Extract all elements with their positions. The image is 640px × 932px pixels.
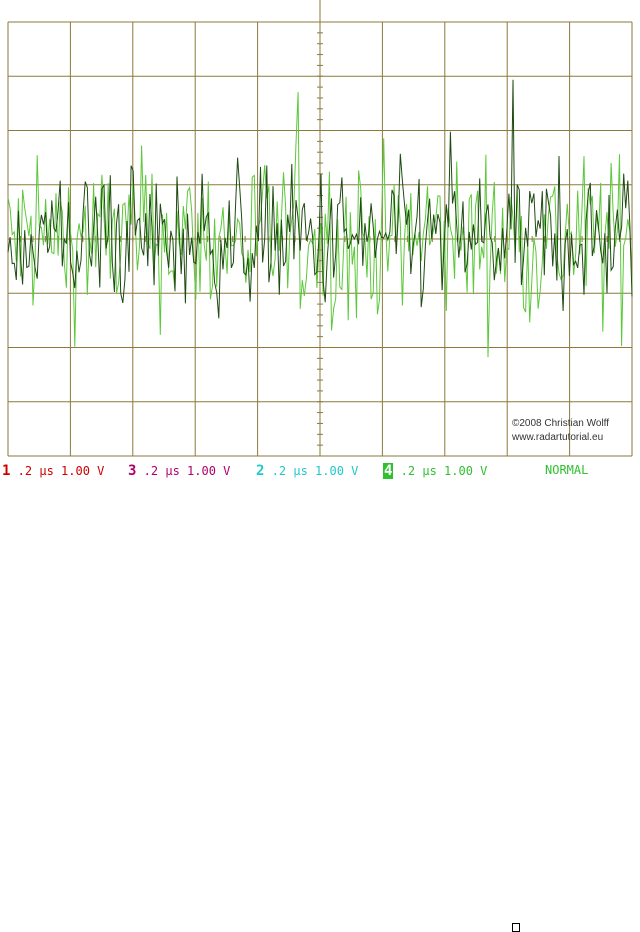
grid [7,0,633,457]
copyright-notice: ©2008 Christian Wolff www.radartutorial.… [512,417,609,445]
trigger-mode: NORMAL [545,463,589,477]
channel-number: 3 [128,463,137,479]
channel-number: 1 [2,463,11,479]
channel-1-readout: 1 .2 μs 1.00 V [2,463,104,479]
status-bar: 1 .2 μs 1.00 V 3 .2 μs 1.00 V 2 .2 μs 1.… [0,460,640,932]
channel-settings: .2 μs 1.00 V [143,464,231,478]
chart-plot-area [7,0,633,457]
trigger-indicator-icon [512,923,520,932]
channel-settings: .2 μs 1.00 V [17,464,105,478]
oscilloscope-screen: ©2008 Christian Wolff www.radartutorial.… [0,0,640,932]
copyright-url: www.radartutorial.eu [512,432,604,443]
channel-settings: .2 μs 1.00 V [400,464,488,478]
channel-3-readout: 3 .2 μs 1.00 V [128,463,230,479]
channel-4-readout: 4 .2 μs 1.00 V [383,463,487,479]
channel-number: 2 [256,463,265,479]
channel-2-readout: 2 .2 μs 1.00 V [256,463,358,479]
copyright-line: ©2008 Christian Wolff [512,418,610,429]
channel-number: 4 [383,463,394,479]
channel-settings: .2 μs 1.00 V [271,464,359,478]
